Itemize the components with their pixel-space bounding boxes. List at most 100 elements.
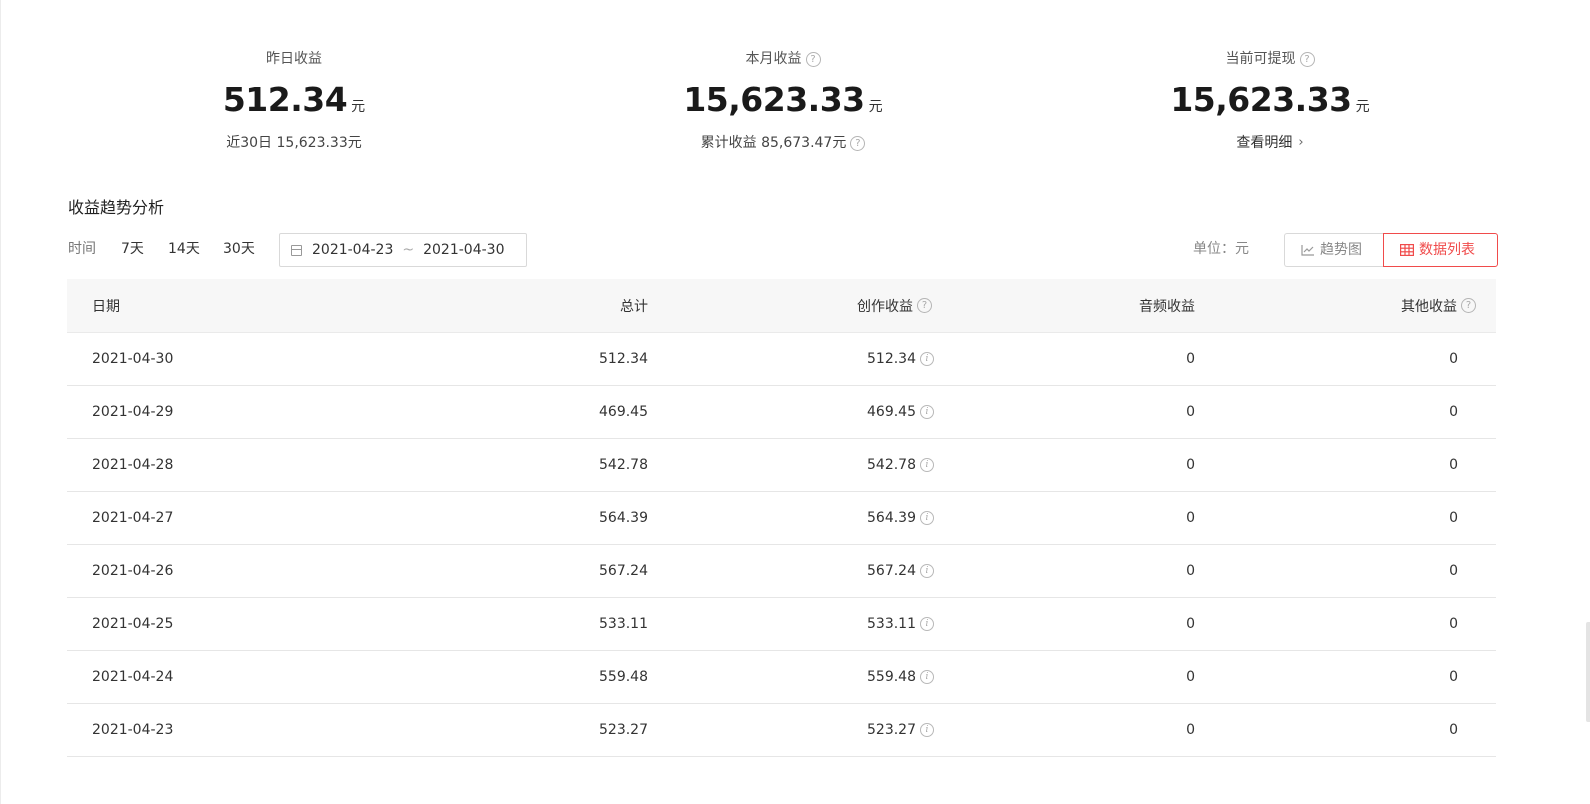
earnings-table: 日期 总计 创作收益 ? 音频收益 其他收益 ? 2021-04-30 512.3… (67, 279, 1496, 757)
cell-audio: 0 (1186, 510, 1195, 526)
yesterday-earnings-card: 昨日收益 512.34 元 近30日 15,623.33元 (114, 48, 474, 154)
cell-audio: 0 (1186, 351, 1195, 367)
month-earnings-label: 本月收益 ? (603, 48, 963, 70)
month-earnings-amount: 15,623.33 (683, 80, 865, 119)
filter-toolbar: 时间 7天 14天 30天 2021-04-23 ~ 2021-04-30 单位… (68, 233, 1498, 267)
scrollbar-thumb[interactable] (1586, 622, 1590, 722)
yesterday-earnings-unit: 元 (351, 99, 366, 115)
cell-other: 0 (1449, 616, 1458, 632)
cell-other: 0 (1449, 510, 1458, 526)
cell-other: 0 (1449, 457, 1458, 473)
cell-creation: 523.27 i (867, 704, 934, 756)
date-end: 2021-04-30 (423, 242, 505, 258)
view-details-link[interactable]: 查看明细 › (1090, 132, 1450, 154)
table-row: 2021-04-27 564.39 564.39 i 0 0 (67, 492, 1496, 545)
withdrawable-label: 当前可提现 ? (1090, 48, 1450, 70)
help-icon[interactable]: ? (1461, 298, 1476, 313)
help-icon[interactable]: ? (1299, 51, 1315, 67)
date-range-picker[interactable]: 2021-04-23 ~ 2021-04-30 (279, 233, 527, 267)
range-7-days[interactable]: 7天 (121, 233, 144, 265)
data-list-label: 数据列表 (1419, 242, 1475, 258)
table-row: 2021-04-30 512.34 512.34 i 0 0 (67, 333, 1496, 386)
calendar-icon (291, 244, 302, 256)
cell-creation: 533.11 i (867, 598, 934, 650)
cumulative-earnings: 累计收益 85,673.47元 ? (603, 132, 963, 154)
cell-audio: 0 (1186, 722, 1195, 738)
cell-total: 542.78 (599, 457, 648, 473)
table-row: 2021-04-25 533.11 533.11 i 0 0 (67, 598, 1496, 651)
month-earnings-value: 15,623.33 元 (603, 80, 963, 120)
cell-audio: 0 (1186, 404, 1195, 420)
cell-date: 2021-04-27 (92, 510, 174, 526)
yesterday-earnings-value: 512.34 元 (114, 80, 474, 120)
cell-date: 2021-04-30 (92, 351, 174, 367)
header-other: 其他收益 ? (1401, 279, 1476, 332)
info-icon[interactable]: i (920, 617, 934, 631)
cell-creation: 512.34 i (867, 333, 934, 385)
withdrawable-card: 当前可提现 ? 15,623.33 元 查看明细 › (1090, 48, 1450, 154)
info-icon[interactable]: i (920, 670, 934, 684)
header-date: 日期 (92, 298, 120, 315)
table-row: 2021-04-29 469.45 469.45 i 0 0 (67, 386, 1496, 439)
trend-chart-button[interactable]: 趋势图 (1284, 233, 1383, 267)
cell-total: 559.48 (599, 669, 648, 685)
yesterday-earnings-label: 昨日收益 (266, 51, 322, 67)
cell-audio: 0 (1186, 563, 1195, 579)
data-list-button[interactable]: 数据列表 (1383, 233, 1498, 267)
table-body: 2021-04-30 512.34 512.34 i 0 0 2021-04-29 469.4… (67, 333, 1496, 757)
unit-label: 单位：元 (1193, 241, 1249, 257)
yesterday-earnings-amount: 512.34 (222, 80, 348, 119)
month-earnings-card: 本月收益 ? 15,623.33 元 累计收益 85,673.47元 ? (603, 48, 963, 154)
cell-creation: 542.78 i (867, 439, 934, 491)
info-icon[interactable]: i (920, 458, 934, 472)
trend-chart-icon (1301, 244, 1315, 256)
cell-total: 533.11 (599, 616, 648, 632)
cell-date: 2021-04-24 (92, 669, 174, 685)
cell-total: 567.24 (599, 563, 648, 579)
help-icon[interactable]: ? (805, 51, 821, 67)
cell-other: 0 (1449, 563, 1458, 579)
cell-date: 2021-04-29 (92, 404, 174, 420)
date-separator: ~ (402, 242, 415, 258)
cell-audio: 0 (1186, 616, 1195, 632)
cell-creation: 567.24 i (867, 545, 934, 597)
table-header: 日期 总计 创作收益 ? 音频收益 其他收益 ? (67, 279, 1496, 333)
cell-audio: 0 (1186, 457, 1195, 473)
cell-total: 512.34 (599, 351, 648, 367)
info-icon[interactable]: i (920, 405, 934, 419)
last-30-days-earnings: 近30日 15,623.33元 (226, 135, 362, 151)
cell-creation: 559.48 i (867, 651, 934, 703)
range-14-days[interactable]: 14天 (168, 233, 200, 265)
cell-other: 0 (1449, 351, 1458, 367)
table-row: 2021-04-24 559.48 559.48 i 0 0 (67, 651, 1496, 704)
trend-chart-label: 趋势图 (1320, 242, 1362, 258)
withdrawable-amount: 15,623.33 (1170, 80, 1352, 119)
header-audio: 音频收益 (1139, 298, 1195, 315)
cell-other: 0 (1449, 722, 1458, 738)
section-title: 收益趋势分析 (68, 198, 165, 217)
info-icon[interactable]: i (920, 352, 934, 366)
table-row: 2021-04-26 567.24 567.24 i 0 0 (67, 545, 1496, 598)
info-icon[interactable]: i (920, 564, 934, 578)
help-icon[interactable]: ? (917, 298, 932, 313)
info-icon[interactable]: i (920, 723, 934, 737)
time-label: 时间 (68, 241, 96, 257)
cell-creation: 469.45 i (867, 386, 934, 438)
table-row: 2021-04-23 523.27 523.27 i 0 0 (67, 704, 1496, 757)
cell-audio: 0 (1186, 669, 1195, 685)
withdrawable-value: 15,623.33 元 (1090, 80, 1450, 120)
earnings-summary: 昨日收益 512.34 元 近30日 15,623.33元 本月收益 ? 15,… (0, 48, 1590, 168)
withdrawable-unit: 元 (1355, 99, 1370, 115)
cell-other: 0 (1449, 669, 1458, 685)
help-icon[interactable]: ? (850, 135, 866, 151)
cell-date: 2021-04-26 (92, 563, 174, 579)
date-start: 2021-04-23 (312, 242, 394, 258)
chevron-right-icon: › (1298, 135, 1304, 150)
header-total: 总计 (620, 298, 648, 315)
cell-total: 469.45 (599, 404, 648, 420)
cell-other: 0 (1449, 404, 1458, 420)
cell-total: 564.39 (599, 510, 648, 526)
range-30-days[interactable]: 30天 (223, 233, 255, 265)
cell-date: 2021-04-28 (92, 457, 174, 473)
info-icon[interactable]: i (920, 511, 934, 525)
